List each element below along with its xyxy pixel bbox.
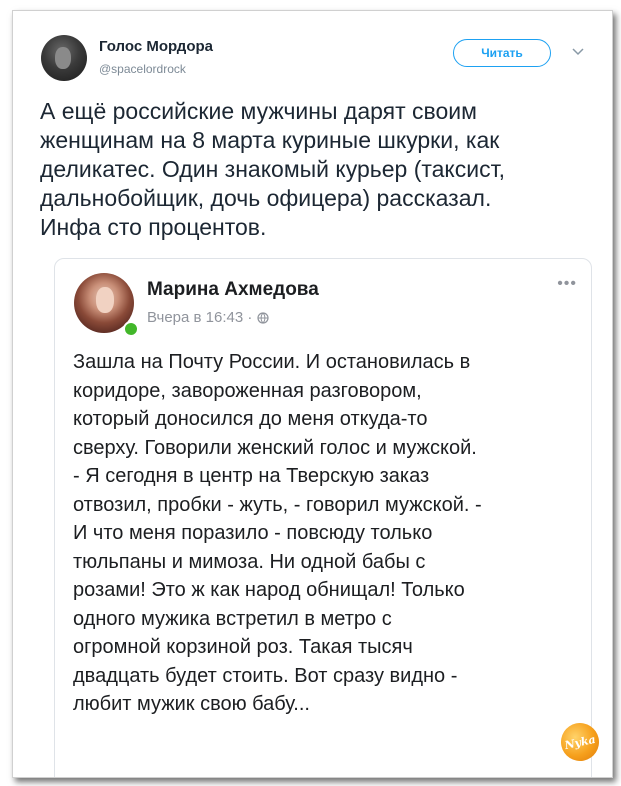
avatar-face bbox=[96, 287, 114, 313]
tweet-card: Голос Мордора @spacelordrock Читать А ещ… bbox=[12, 10, 613, 778]
chevron-down-icon[interactable] bbox=[571, 47, 585, 57]
online-status-dot bbox=[123, 321, 139, 337]
author-handle[interactable]: @spacelordrock bbox=[99, 62, 186, 76]
author-avatar[interactable] bbox=[41, 35, 87, 81]
avatar-face bbox=[55, 47, 71, 69]
quoted-post-image: Марина Ахмедова Вчера в 16:43 · ••• Зашл… bbox=[54, 258, 592, 777]
globe-icon bbox=[257, 311, 269, 324]
quote-author-name: Марина Ахмедова bbox=[147, 279, 319, 300]
follow-button[interactable]: Читать bbox=[453, 39, 551, 67]
watermark-text: Nyka bbox=[563, 732, 597, 752]
more-options-icon: ••• bbox=[557, 275, 577, 292]
quote-text: Зашла на Почту России. И остановилась в … bbox=[73, 351, 482, 715]
tweet-text: А ещё российские мужчины дарят своим жен… bbox=[40, 98, 505, 240]
author-name[interactable]: Голос Мордора bbox=[99, 38, 213, 55]
quote-timestamp: Вчера в 16:43 · bbox=[147, 309, 253, 326]
quote-meta: Вчера в 16:43 · bbox=[147, 309, 269, 326]
